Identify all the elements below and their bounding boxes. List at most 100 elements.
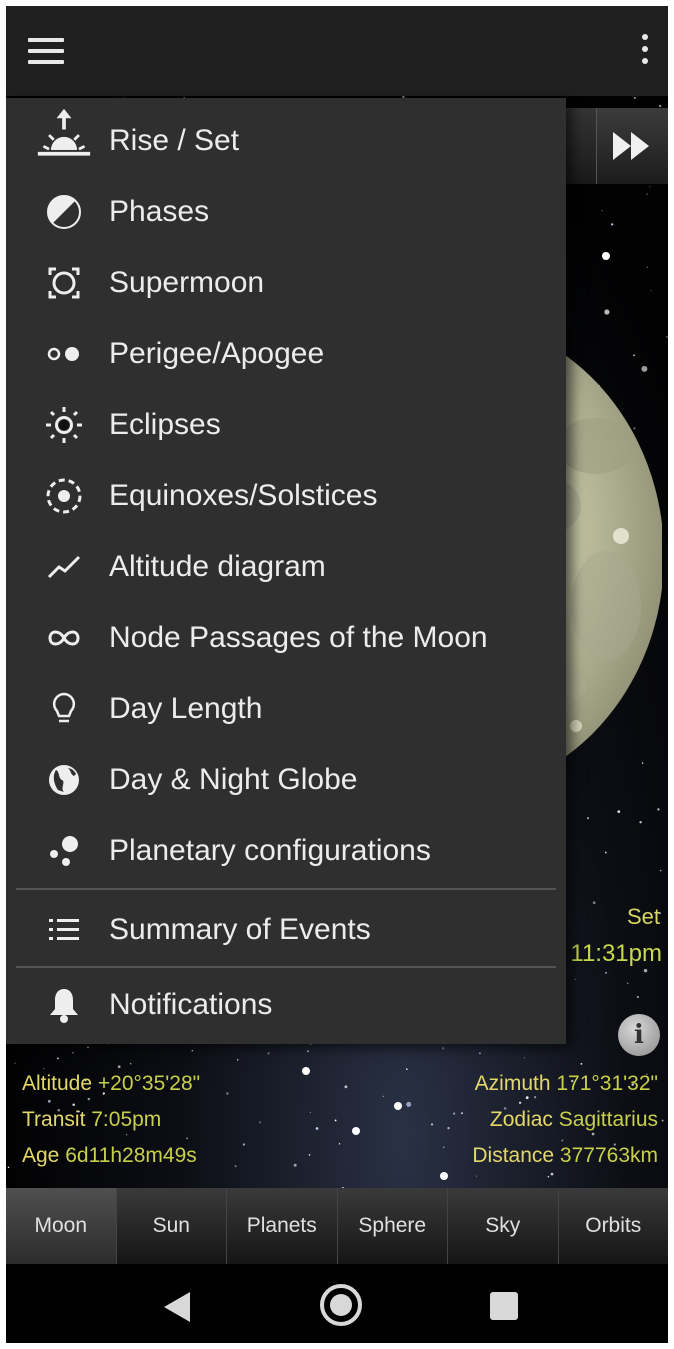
star bbox=[293, 1163, 297, 1167]
star bbox=[605, 971, 607, 974]
star bbox=[307, 1050, 309, 1053]
bell-icon bbox=[36, 985, 92, 1025]
star bbox=[87, 1097, 90, 1101]
star bbox=[308, 1154, 311, 1156]
distance-row: Distance 377763km bbox=[472, 1144, 658, 1168]
tab-moon[interactable]: Moon bbox=[6, 1188, 117, 1264]
menu-label: Planetary configurations bbox=[109, 834, 431, 867]
target-icon bbox=[36, 476, 92, 516]
tab-orbits[interactable]: Orbits bbox=[559, 1188, 669, 1264]
star bbox=[186, 1137, 188, 1140]
menu-label: Day & Night Globe bbox=[109, 763, 358, 796]
bright-star bbox=[602, 252, 610, 260]
menu-item-altitude-diagram[interactable]: Altitude diagram bbox=[6, 532, 566, 602]
star bbox=[639, 821, 642, 824]
star bbox=[525, 1096, 529, 1100]
moonset-time: 11:31pm bbox=[570, 940, 662, 967]
transit-value: 7:05pm bbox=[91, 1108, 162, 1131]
menu-label: Rise / Set bbox=[109, 124, 240, 157]
tab-sphere[interactable]: Sphere bbox=[338, 1188, 448, 1264]
menu-item-notifications[interactable]: Notifications bbox=[6, 970, 566, 1040]
menu-item-node-passages[interactable]: Node Passages of the Moon bbox=[6, 603, 566, 673]
star bbox=[267, 1052, 270, 1055]
menu-item-day-night-globe[interactable]: Day & Night Globe bbox=[6, 745, 566, 815]
altitude-value: +20°35'28" bbox=[97, 1072, 201, 1095]
star bbox=[580, 1062, 583, 1065]
menu-label: Day Length bbox=[109, 692, 263, 725]
star bbox=[617, 810, 621, 813]
tab-sky[interactable]: Sky bbox=[448, 1188, 559, 1264]
altitude-label: Altitude bbox=[22, 1072, 93, 1095]
star bbox=[574, 978, 576, 980]
star bbox=[643, 968, 648, 973]
menu-label: Perigee/Apogee bbox=[109, 337, 325, 370]
bright-star bbox=[352, 1127, 360, 1135]
star bbox=[533, 1096, 537, 1099]
star bbox=[47, 1099, 51, 1103]
star bbox=[659, 104, 662, 108]
menu-label: Notifications bbox=[109, 988, 273, 1021]
menu-item-supermoon[interactable]: Supermoon bbox=[6, 248, 566, 318]
star bbox=[242, 1143, 246, 1146]
star bbox=[259, 1121, 262, 1124]
menu-item-phases[interactable]: Phases bbox=[6, 177, 566, 247]
star bbox=[72, 1051, 74, 1054]
line-chart-icon bbox=[36, 547, 92, 587]
star bbox=[443, 1146, 445, 1148]
star bbox=[117, 1065, 121, 1069]
transit-row: Transit 7:05pm bbox=[22, 1108, 161, 1132]
menu-item-equinoxes-solstices[interactable]: Equinoxes/Solstices bbox=[6, 461, 566, 531]
bright-star bbox=[302, 1067, 310, 1075]
eclipse-icon bbox=[36, 405, 92, 445]
fast-forward-icon bbox=[613, 132, 649, 160]
star bbox=[441, 1046, 445, 1050]
fast-forward-button[interactable] bbox=[596, 108, 668, 184]
transit-label: Transit bbox=[22, 1108, 86, 1131]
star bbox=[601, 210, 603, 212]
star bbox=[550, 1172, 554, 1176]
star bbox=[338, 1143, 341, 1145]
menu-item-perigee-apogee[interactable]: Perigee/Apogee bbox=[6, 319, 566, 389]
menu-label: Eclipses bbox=[109, 408, 221, 441]
home-icon[interactable] bbox=[320, 1284, 362, 1326]
star bbox=[226, 1092, 229, 1095]
sunrise-icon bbox=[36, 108, 92, 161]
star bbox=[649, 186, 651, 188]
star bbox=[611, 223, 614, 226]
more-options-icon[interactable] bbox=[640, 34, 650, 70]
zodiac-value: Sagittarius bbox=[558, 1108, 658, 1131]
star bbox=[125, 1133, 128, 1136]
menu-icon[interactable] bbox=[28, 38, 64, 64]
menu-item-summary-of-events[interactable]: Summary of Events bbox=[6, 895, 566, 965]
star bbox=[478, 1052, 481, 1055]
star bbox=[406, 1101, 412, 1107]
menu-item-planetary-configurations[interactable]: Planetary configurations bbox=[6, 816, 566, 886]
bright-star bbox=[394, 1102, 402, 1110]
distance-label: Distance bbox=[472, 1144, 555, 1167]
info-button[interactable]: i bbox=[618, 1014, 660, 1056]
tab-sun[interactable]: Sun bbox=[117, 1188, 227, 1264]
menu-item-eclipses[interactable]: Eclipses bbox=[6, 390, 566, 460]
star bbox=[344, 1085, 348, 1089]
recent-apps-icon[interactable] bbox=[490, 1292, 518, 1320]
perigee-apogee-icon bbox=[36, 334, 92, 374]
menu-label: Supermoon bbox=[109, 266, 265, 299]
star bbox=[523, 1057, 526, 1059]
planets-icon bbox=[36, 831, 92, 871]
globe-icon bbox=[36, 760, 92, 800]
age-row: Age 6d11h28m49s bbox=[22, 1144, 197, 1168]
altitude-row: Altitude +20°35'28" bbox=[22, 1072, 200, 1096]
tab-planets[interactable]: Planets bbox=[227, 1188, 338, 1264]
star bbox=[547, 1175, 550, 1178]
star bbox=[7, 1166, 10, 1169]
menu-item-day-length[interactable]: Day Length bbox=[6, 674, 566, 744]
star bbox=[43, 1068, 45, 1070]
back-icon[interactable] bbox=[162, 1292, 192, 1322]
menu-item-rise-set[interactable]: Rise / Set bbox=[6, 106, 566, 176]
star bbox=[657, 808, 660, 811]
star bbox=[646, 193, 648, 195]
supermoon-icon bbox=[36, 263, 92, 303]
star bbox=[447, 1126, 450, 1130]
star bbox=[561, 1139, 564, 1142]
star bbox=[475, 1175, 478, 1177]
